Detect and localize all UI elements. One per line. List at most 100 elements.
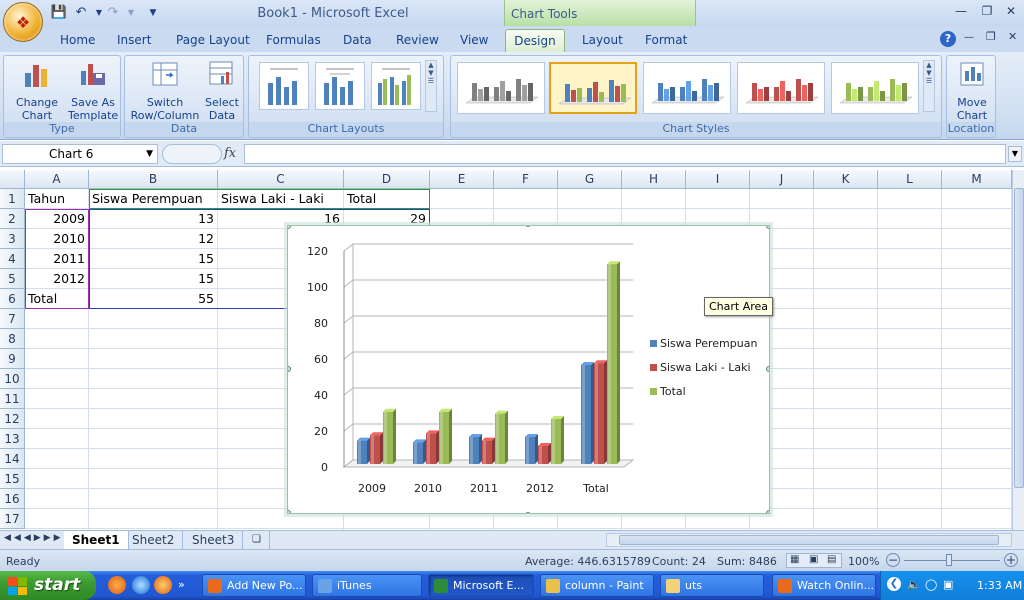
workbook-restore-icon[interactable]: ❐ — [986, 30, 996, 43]
taskbar-button-2[interactable]: iTunes — [312, 574, 422, 597]
zoom-slider-track[interactable] — [904, 560, 1000, 561]
fx-button[interactable]: fx — [224, 146, 236, 161]
bar-siswa-perempuan-2009[interactable] — [357, 437, 370, 464]
column-header-j[interactable]: J — [750, 170, 814, 189]
column-header-g[interactable]: G — [558, 170, 622, 189]
name-box[interactable]: Chart 6 ▼ — [2, 144, 158, 164]
chart-layout-2[interactable] — [315, 62, 365, 110]
chart-resize-handle[interactable] — [766, 510, 772, 516]
select-all-corner[interactable] — [0, 170, 25, 189]
bar-siswa-laki-laki-2009[interactable] — [370, 432, 383, 464]
firefox-icon[interactable] — [154, 576, 172, 594]
legend-entry[interactable]: Siswa Perempuan — [660, 337, 757, 350]
chart-style-4[interactable] — [737, 62, 825, 114]
quick-launch-expand-icon[interactable]: » — [178, 578, 185, 591]
row-header-12[interactable]: 12 — [0, 409, 25, 429]
start-button[interactable]: start — [0, 571, 96, 600]
volume-icon[interactable]: 🔈 — [907, 578, 921, 591]
row-header-2[interactable]: 2 — [0, 209, 25, 229]
formula-expand-icon[interactable]: ▼ — [1008, 146, 1022, 162]
column-header-e[interactable]: E — [430, 170, 494, 189]
network-icon[interactable]: ◯ — [925, 578, 937, 591]
row-header-11[interactable]: 11 — [0, 389, 25, 409]
column-header-a[interactable]: A — [25, 170, 89, 189]
help-icon[interactable]: ? — [940, 31, 956, 47]
column-header-l[interactable]: L — [878, 170, 942, 189]
cell-c1[interactable]: Siswa Laki - Laki — [218, 189, 343, 209]
legend-entry[interactable]: Total — [659, 385, 686, 398]
taskbar-button-4[interactable]: column - Paint — [540, 574, 654, 597]
close-icon[interactable]: ✕ — [998, 4, 1024, 22]
row-header-3[interactable]: 3 — [0, 229, 25, 249]
chart-resize-handle[interactable] — [285, 366, 291, 372]
restore-icon[interactable]: ❐ — [974, 4, 1000, 22]
column-header-c[interactable]: C — [218, 170, 344, 189]
tab-insert[interactable]: Insert — [117, 33, 151, 47]
layouts-scroll-up[interactable]: ▲ ▼ ☰ — [425, 60, 437, 112]
row-header-15[interactable]: 15 — [0, 469, 25, 489]
office-button[interactable]: ❖ — [3, 2, 43, 42]
row-header-7[interactable]: 7 — [0, 309, 25, 329]
bar-siswa-laki-laki-2011[interactable] — [482, 437, 495, 464]
insert-sheet-icon[interactable]: ❏ — [244, 531, 270, 549]
tab-data[interactable]: Data — [343, 33, 372, 47]
chart-resize-handle[interactable] — [525, 221, 531, 227]
tab-review[interactable]: Review — [396, 33, 439, 47]
switch-row-column-button[interactable]: Switch Row/Column — [129, 59, 201, 122]
taskbar-button-3[interactable]: Microsoft E... — [428, 574, 534, 597]
tab-design[interactable]: Design — [505, 29, 565, 52]
tab-formulas[interactable]: Formulas — [266, 33, 321, 47]
column-header-i[interactable]: I — [686, 170, 750, 189]
chart-resize-handle[interactable] — [525, 512, 531, 518]
bar-total-total[interactable] — [607, 261, 620, 464]
zoom-slider-thumb[interactable] — [946, 554, 952, 566]
bar-siswa-laki-laki-total[interactable] — [594, 360, 607, 464]
name-box-dropdown-icon[interactable]: ▼ — [146, 145, 153, 163]
move-chart-button[interactable]: Move Chart — [949, 59, 995, 122]
chart-resize-handle[interactable] — [285, 223, 291, 229]
column-header-f[interactable]: F — [494, 170, 558, 189]
row-header-14[interactable]: 14 — [0, 449, 25, 469]
cell-b1[interactable]: Siswa Perempuan — [89, 189, 217, 209]
chart-resize-handle[interactable] — [285, 510, 291, 516]
cell-a2[interactable]: 2009 — [25, 209, 88, 229]
bar-siswa-perempuan-2011[interactable] — [469, 434, 482, 464]
row-header-5[interactable]: 5 — [0, 269, 25, 289]
taskbar-button-6[interactable]: Watch Onlin... — [772, 574, 876, 597]
sheet-tab-2[interactable]: Sheet2 — [124, 531, 184, 549]
cell-b5[interactable]: 15 — [89, 269, 217, 289]
tab-layout[interactable]: Layout — [582, 33, 623, 47]
row-header-8[interactable]: 8 — [0, 329, 25, 349]
cell-a1[interactable]: Tahun — [25, 189, 88, 209]
vertical-scrollbar[interactable] — [1012, 170, 1024, 530]
taskbar-button-1[interactable]: Add New Po... — [202, 574, 306, 597]
row-header-4[interactable]: 4 — [0, 249, 25, 269]
cell-a5[interactable]: 2012 — [25, 269, 88, 289]
zoom-in-icon[interactable]: + — [1004, 553, 1018, 567]
workbook-minimize-icon[interactable]: — — [964, 32, 974, 43]
column-header-h[interactable]: H — [622, 170, 686, 189]
sheet-tab-3[interactable]: Sheet3 — [184, 531, 244, 549]
bar-siswa-perempuan-total[interactable] — [581, 362, 594, 464]
page-layout-view-icon[interactable]: ▣ — [809, 554, 818, 565]
cell-a6[interactable]: Total — [25, 289, 88, 309]
chart-style-3[interactable] — [643, 62, 731, 114]
bar-siswa-perempuan-2012[interactable] — [525, 434, 538, 464]
row-header-1[interactable]: 1 — [0, 189, 25, 209]
tab-format[interactable]: Format — [645, 33, 687, 47]
bar-total-2009[interactable] — [383, 408, 396, 464]
cell-b4[interactable]: 15 — [89, 249, 217, 269]
select-data-button[interactable]: Select Data — [203, 59, 241, 122]
display-icon[interactable]: ▣ — [943, 578, 953, 591]
chart-style-2[interactable] — [549, 62, 637, 114]
view-buttons[interactable]: ▦ ▣ ▤ — [786, 553, 842, 568]
cell-a4[interactable]: 2011 — [25, 249, 88, 269]
bar-total-2012[interactable] — [551, 416, 564, 464]
tab-view[interactable]: View — [460, 33, 488, 47]
horizontal-scroll-thumb[interactable] — [619, 535, 999, 545]
normal-view-icon[interactable]: ▦ — [790, 554, 799, 565]
zoom-level[interactable]: 100% — [848, 555, 879, 568]
zoom-out-icon[interactable]: − — [886, 553, 900, 567]
row-header-17[interactable]: 17 — [0, 509, 25, 529]
internet-explorer-icon[interactable] — [132, 576, 150, 594]
